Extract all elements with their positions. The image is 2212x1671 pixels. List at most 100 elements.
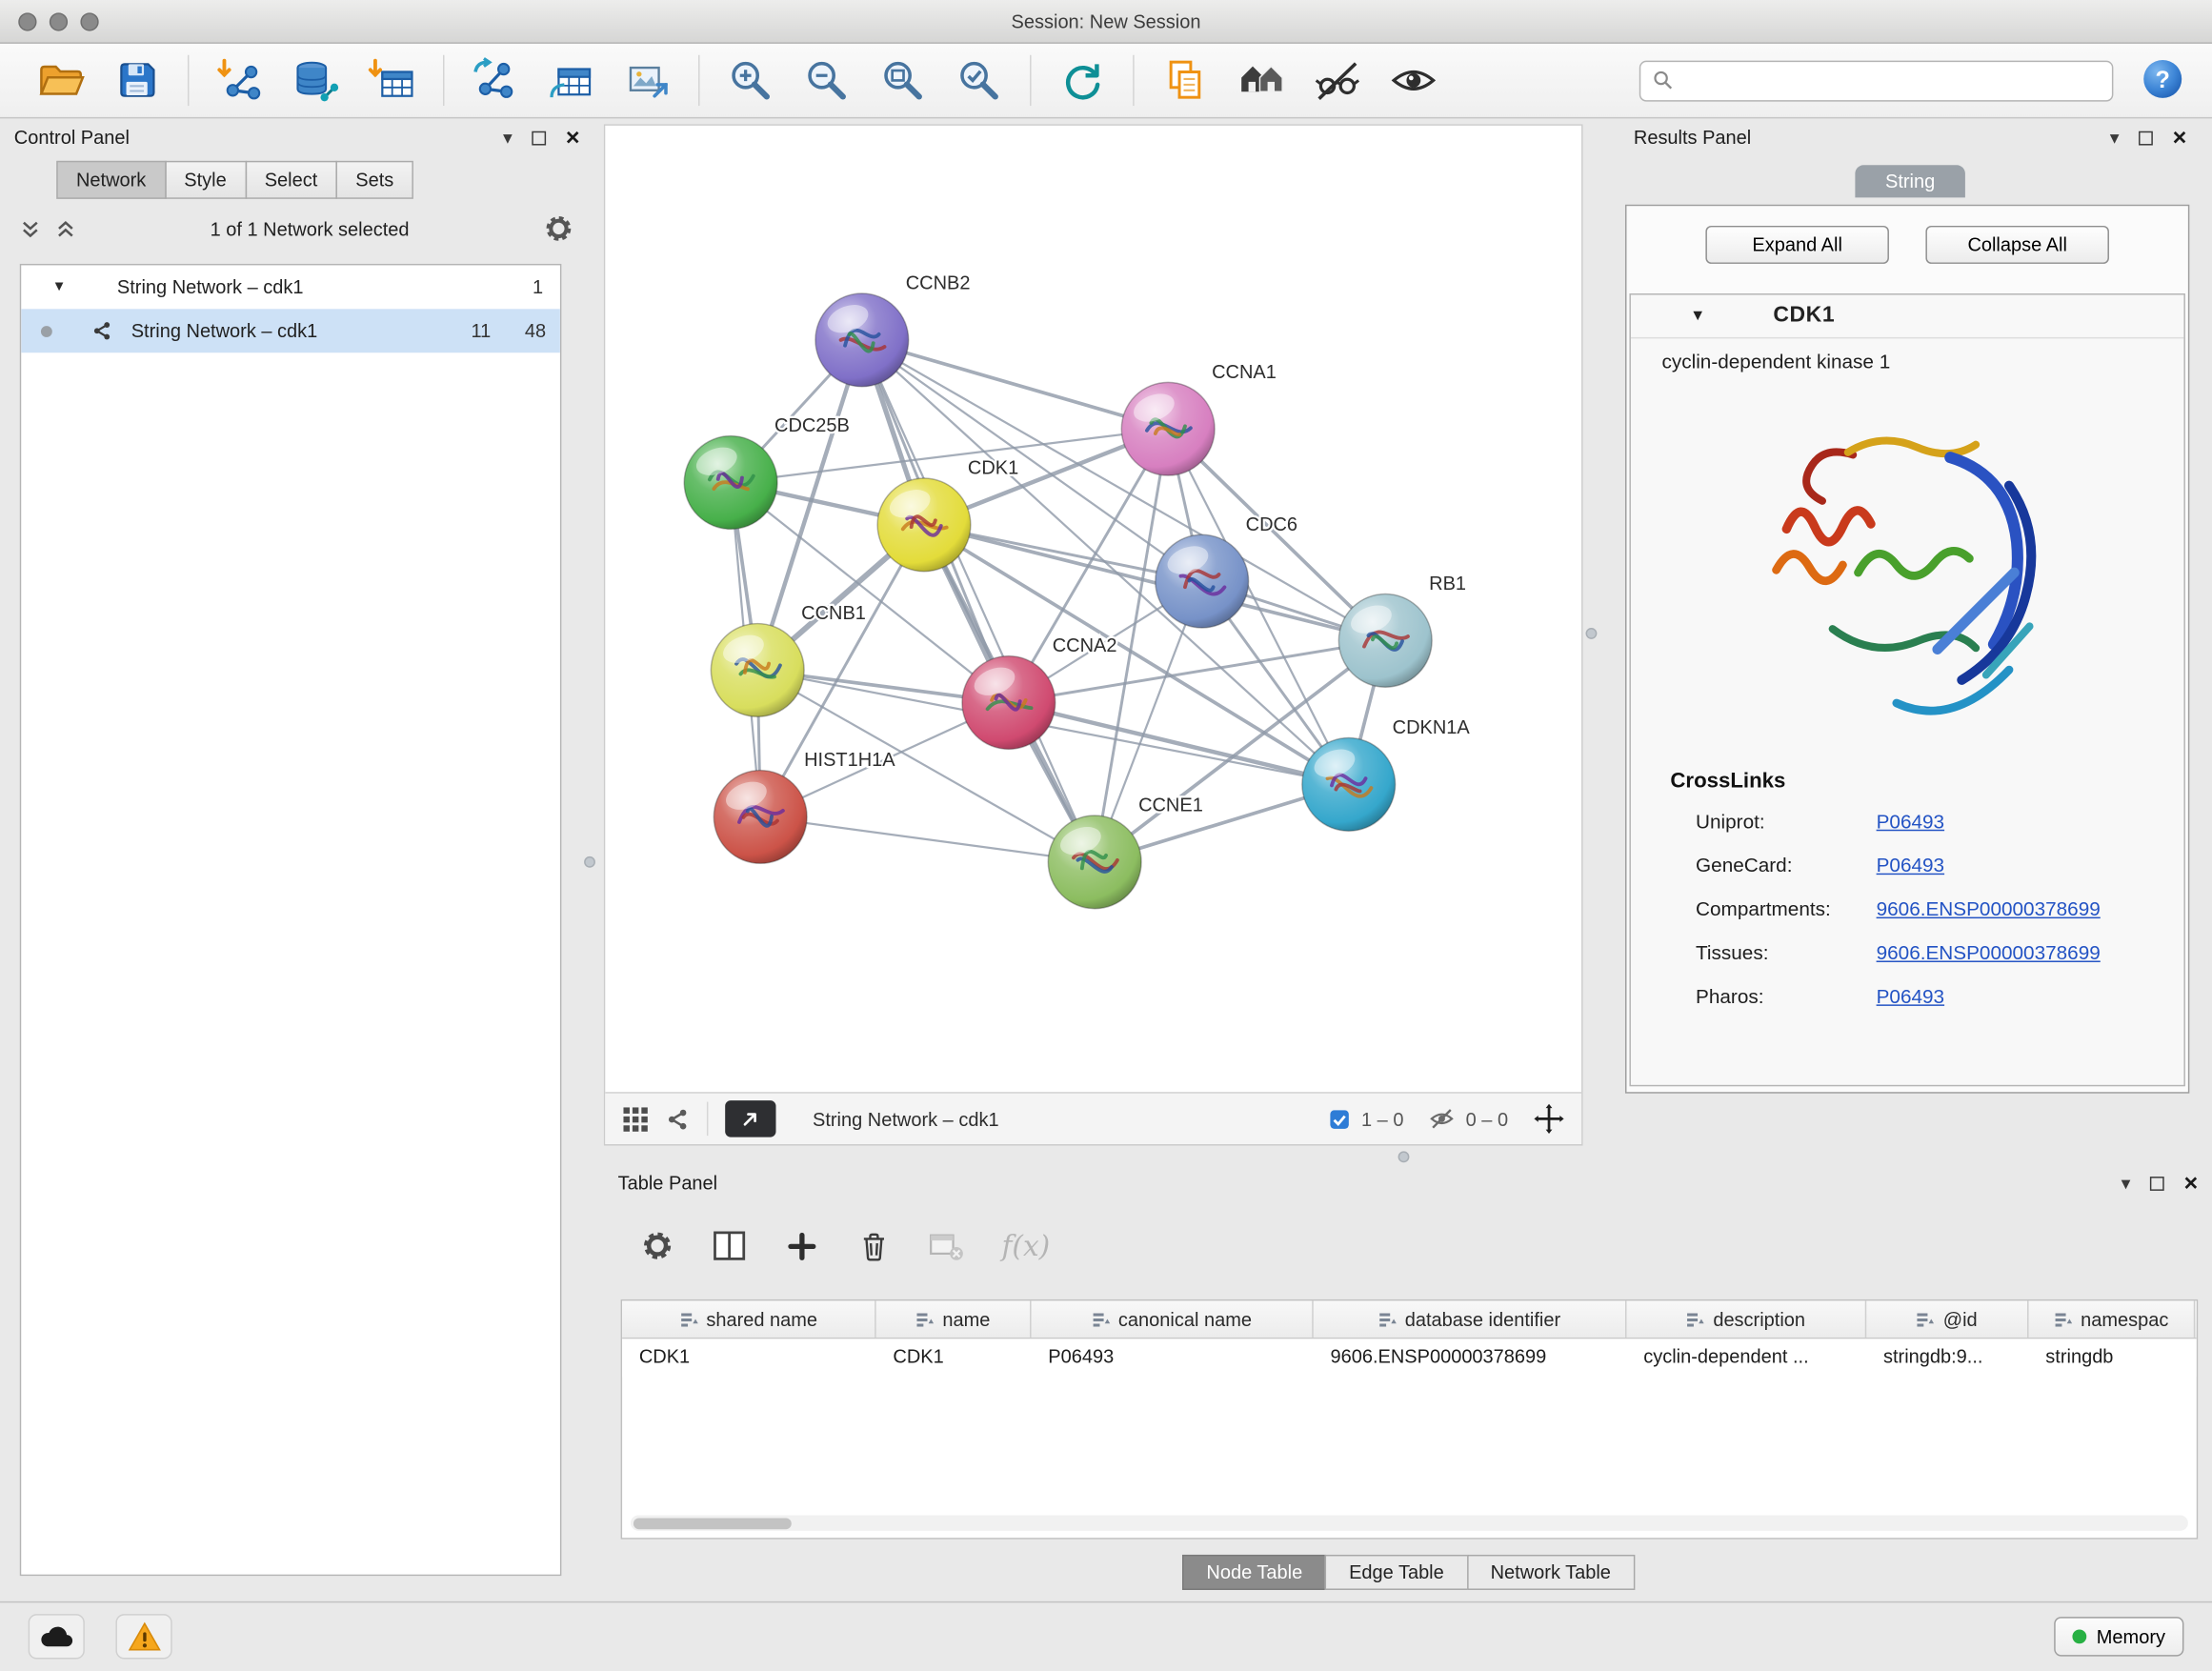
expand-all-button[interactable]: Expand All xyxy=(1705,226,1889,264)
panel-menu-button[interactable]: ▾ xyxy=(2122,1174,2131,1192)
detach-view-button[interactable] xyxy=(725,1100,775,1137)
network-node-ccnb2[interactable] xyxy=(815,293,909,387)
tab-string[interactable]: String xyxy=(1855,165,1965,197)
panel-float-button[interactable] xyxy=(2139,131,2153,145)
network-edge[interactable] xyxy=(924,525,1385,640)
network-options-button[interactable] xyxy=(543,213,574,245)
new-network-button[interactable] xyxy=(469,53,522,107)
column-header--id[interactable]: @id xyxy=(1866,1300,2028,1338)
tab-style[interactable]: Style xyxy=(165,161,247,199)
show-details-button[interactable] xyxy=(1387,53,1440,107)
expand-all-networks-button[interactable] xyxy=(20,218,41,239)
network-node-ccna2[interactable] xyxy=(962,656,1056,750)
tab-select[interactable]: Select xyxy=(245,161,337,199)
genecard-link[interactable]: P06493 xyxy=(1877,853,1944,876)
splitter-handle[interactable] xyxy=(1398,1151,1410,1162)
column-header-description[interactable]: description xyxy=(1626,1300,1866,1338)
table-row[interactable]: CDK1CDK1P064939606.ENSP00000378699cyclin… xyxy=(622,1339,2197,1377)
create-column-button[interactable] xyxy=(784,1228,819,1263)
fit-content-button[interactable] xyxy=(1534,1103,1565,1135)
uniprot-link[interactable]: P06493 xyxy=(1877,809,1944,832)
hide-details-button[interactable] xyxy=(1311,53,1364,107)
network-collection-row[interactable]: ▼ String Network – cdk1 1 xyxy=(21,265,560,309)
maximize-window-button[interactable] xyxy=(80,12,98,30)
export-image-button[interactable] xyxy=(621,53,674,107)
zoom-fit-button[interactable] xyxy=(876,53,930,107)
zoom-in-button[interactable] xyxy=(724,53,777,107)
table-cell[interactable]: CDK1 xyxy=(876,1339,1032,1377)
network-row[interactable]: String Network – cdk1 11 48 xyxy=(21,309,560,352)
table-cell[interactable]: 9606.ENSP00000378699 xyxy=(1314,1339,1627,1377)
delete-column-button[interactable] xyxy=(856,1228,892,1263)
panel-menu-button[interactable]: ▾ xyxy=(2110,129,2120,147)
network-node-rb1[interactable] xyxy=(1338,594,1432,687)
search-input[interactable] xyxy=(1683,70,2101,91)
network-view-button[interactable] xyxy=(666,1107,690,1131)
network-node-hist1h1a[interactable] xyxy=(714,771,807,864)
network-node-cdk1[interactable] xyxy=(877,478,971,572)
network-edge[interactable] xyxy=(862,340,1095,862)
apply-layout-button[interactable] xyxy=(1056,53,1109,107)
tab-node-table[interactable]: Node Table xyxy=(1182,1555,1326,1590)
help-button[interactable]: ? xyxy=(2139,54,2186,107)
panel-float-button[interactable] xyxy=(2150,1176,2164,1190)
import-table-button[interactable] xyxy=(366,53,419,107)
tab-network-table[interactable]: Network Table xyxy=(1466,1555,1635,1590)
compartments-link[interactable]: 9606.ENSP00000378699 xyxy=(1877,896,2101,919)
network-canvas[interactable]: CCNB2CCNA1CDC25BCDK1CDC6RB1CCNB1CCNA2CDK… xyxy=(605,126,1584,1094)
close-window-button[interactable] xyxy=(18,12,36,30)
network-edge[interactable] xyxy=(862,340,1168,429)
scrollbar-thumb[interactable] xyxy=(633,1518,792,1529)
zoom-selected-button[interactable] xyxy=(953,53,1006,107)
column-header-database-identifier[interactable]: database identifier xyxy=(1314,1300,1627,1338)
grid-view-button[interactable] xyxy=(622,1105,649,1132)
table-cell[interactable]: P06493 xyxy=(1032,1339,1314,1377)
network-node-cdc25b[interactable] xyxy=(684,436,777,530)
search-box[interactable] xyxy=(1639,60,2114,101)
column-header-namespac[interactable]: namespac xyxy=(2029,1300,2196,1338)
import-network-database-button[interactable] xyxy=(290,53,343,107)
column-header-name[interactable]: name xyxy=(876,1300,1032,1338)
homes-button[interactable] xyxy=(1235,53,1288,107)
warnings-button[interactable] xyxy=(115,1614,171,1659)
delete-table-button[interactable] xyxy=(928,1227,965,1264)
collapse-section-icon[interactable]: ▼ xyxy=(1690,308,1705,325)
panel-close-button[interactable]: × xyxy=(2184,1171,2199,1195)
new-table-button[interactable] xyxy=(545,53,598,107)
tab-sets[interactable]: Sets xyxy=(336,161,413,199)
hidden-eye-slash-icon[interactable] xyxy=(1429,1106,1455,1132)
collapse-collection-icon[interactable]: ▼ xyxy=(52,279,72,294)
network-edge[interactable] xyxy=(760,816,1095,861)
tab-network[interactable]: Network xyxy=(56,161,166,199)
network-node-ccne1[interactable] xyxy=(1048,815,1141,909)
selected-checkbox-icon[interactable] xyxy=(1329,1108,1350,1129)
save-session-button[interactable] xyxy=(111,53,164,107)
network-view[interactable]: CCNB2CCNA1CDC25BCDK1CDC6RB1CCNB1CCNA2CDK… xyxy=(604,124,1583,1145)
panel-menu-button[interactable]: ▾ xyxy=(503,129,513,147)
network-node-cdkn1a[interactable] xyxy=(1302,738,1396,832)
table-cell[interactable]: cyclin-dependent ... xyxy=(1626,1339,1866,1377)
pharos-link[interactable]: P06493 xyxy=(1877,984,1944,1007)
column-header-canonical-name[interactable]: canonical name xyxy=(1032,1300,1314,1338)
tissues-link[interactable]: 9606.ENSP00000378699 xyxy=(1877,940,2101,963)
table-cell[interactable]: CDK1 xyxy=(622,1339,876,1377)
column-header-shared-name[interactable]: shared name xyxy=(622,1300,876,1338)
splitter-handle[interactable] xyxy=(1586,628,1598,639)
network-node-ccna1[interactable] xyxy=(1121,382,1215,475)
memory-button[interactable]: Memory xyxy=(2054,1617,2183,1656)
collapse-all-networks-button[interactable] xyxy=(55,218,76,239)
import-network-file-button[interactable] xyxy=(213,53,267,107)
table-options-button[interactable] xyxy=(640,1229,674,1263)
minimize-window-button[interactable] xyxy=(50,12,68,30)
network-node-ccnb1[interactable] xyxy=(711,624,804,717)
copy-documents-button[interactable] xyxy=(1158,53,1212,107)
collapse-all-button[interactable]: Collapse All xyxy=(1925,226,2109,264)
tab-edge-table[interactable]: Edge Table xyxy=(1325,1555,1468,1590)
open-session-button[interactable] xyxy=(31,52,88,109)
splitter-handle[interactable] xyxy=(584,856,595,868)
zoom-out-button[interactable] xyxy=(800,53,854,107)
panel-close-button[interactable]: × xyxy=(2173,126,2187,150)
table-cell[interactable]: stringdb:9... xyxy=(1866,1339,2028,1377)
network-node-cdc6[interactable] xyxy=(1156,534,1249,628)
panel-close-button[interactable]: × xyxy=(566,126,580,150)
